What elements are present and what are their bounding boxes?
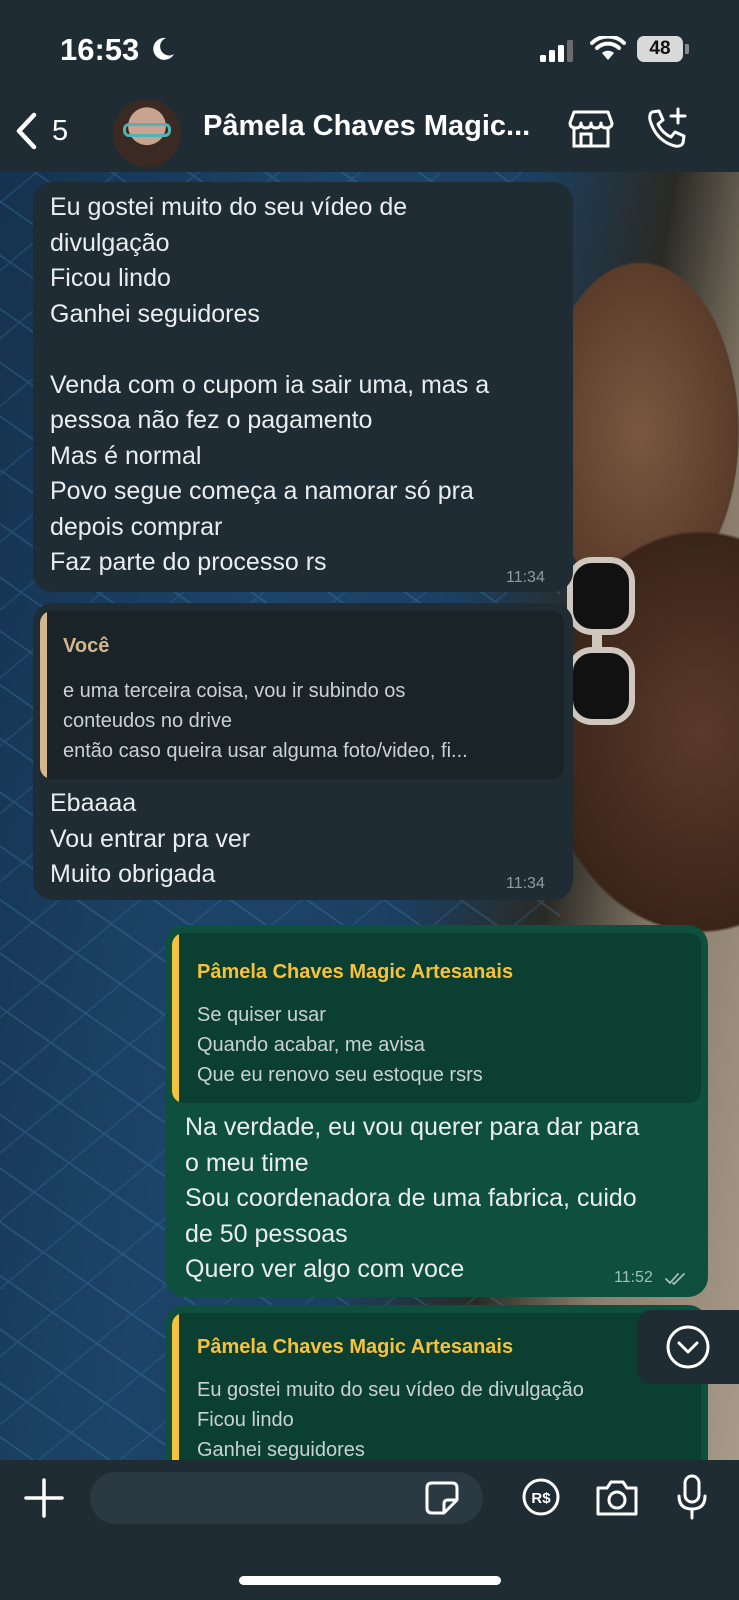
quote-author: Pâmela Chaves Magic Artesanais xyxy=(197,961,514,983)
status-time: 16:53 xyxy=(60,32,140,67)
double-check-icon xyxy=(665,1273,685,1286)
sticker-icon[interactable] xyxy=(424,1480,460,1516)
message-time: 11:52 xyxy=(614,1269,653,1286)
message-text: Eu gostei muito do seu vídeo de divulgaç… xyxy=(50,193,490,576)
message-text: Na verdade, eu vou querer para dar para … xyxy=(185,1113,640,1283)
quoted-message[interactable]: Pâmela Chaves Magic Artesanais Eu gostei… xyxy=(172,1313,701,1480)
quote-text: Se quiser usar Quando acabar, me avisa Q… xyxy=(197,1004,483,1086)
quoted-message[interactable]: Você e uma terceira coisa, vou ir subind… xyxy=(40,611,564,779)
svg-text:R$: R$ xyxy=(531,1490,551,1507)
plus-icon[interactable] xyxy=(24,1478,64,1518)
battery-icon: 48 xyxy=(637,36,689,62)
back-chevron-icon xyxy=(16,112,37,150)
status-bar: 16:53 48 xyxy=(0,0,739,92)
quoted-message[interactable]: Pâmela Chaves Magic Artesanais Se quiser… xyxy=(172,933,701,1103)
pix-payment-icon[interactable]: R$ xyxy=(522,1478,560,1516)
wifi-icon xyxy=(590,36,626,60)
moon-icon xyxy=(153,37,174,60)
add-call-icon[interactable] xyxy=(644,106,690,152)
scroll-to-bottom-button[interactable] xyxy=(637,1310,739,1384)
chat-header: 5 Pâmela Chaves Magic... xyxy=(0,92,739,172)
message-outgoing[interactable]: Pâmela Chaves Magic Artesanais Eu gostei… xyxy=(165,1305,708,1480)
message-text: Ebaaaa Vou entrar pra ver Muito obrigada xyxy=(50,789,251,888)
avatar[interactable] xyxy=(113,99,181,167)
quote-text: Eu gostei muito do seu vídeo de divulgaç… xyxy=(197,1379,584,1461)
scroll-down-icon xyxy=(666,1325,710,1369)
chat-title[interactable]: Pâmela Chaves Magic... xyxy=(203,110,548,143)
store-icon[interactable] xyxy=(568,108,614,150)
quote-author: Você xyxy=(63,635,110,657)
back-button[interactable]: 5 xyxy=(14,106,84,156)
message-time: 11:34 xyxy=(506,569,545,586)
microphone-icon[interactable] xyxy=(676,1474,708,1520)
message-time: 11:34 xyxy=(506,875,545,892)
message-incoming[interactable]: Eu gostei muito do seu vídeo de divulgaç… xyxy=(33,182,573,592)
quote-text: e uma terceira coisa, vou ir subindo os … xyxy=(63,680,468,762)
quote-author: Pâmela Chaves Magic Artesanais xyxy=(197,1336,514,1358)
unread-count: 5 xyxy=(52,114,69,147)
wallpaper-photo-detail xyxy=(567,557,635,725)
message-input[interactable] xyxy=(90,1472,483,1524)
home-indicator xyxy=(239,1576,501,1585)
battery-level: 48 xyxy=(637,36,683,62)
signal-icon xyxy=(540,40,573,62)
message-outgoing[interactable]: Pâmela Chaves Magic Artesanais Se quiser… xyxy=(165,925,708,1297)
message-composer: R$ xyxy=(0,1460,739,1600)
message-incoming[interactable]: Você e uma terceira coisa, vou ir subind… xyxy=(33,603,573,900)
camera-icon[interactable] xyxy=(594,1478,640,1518)
